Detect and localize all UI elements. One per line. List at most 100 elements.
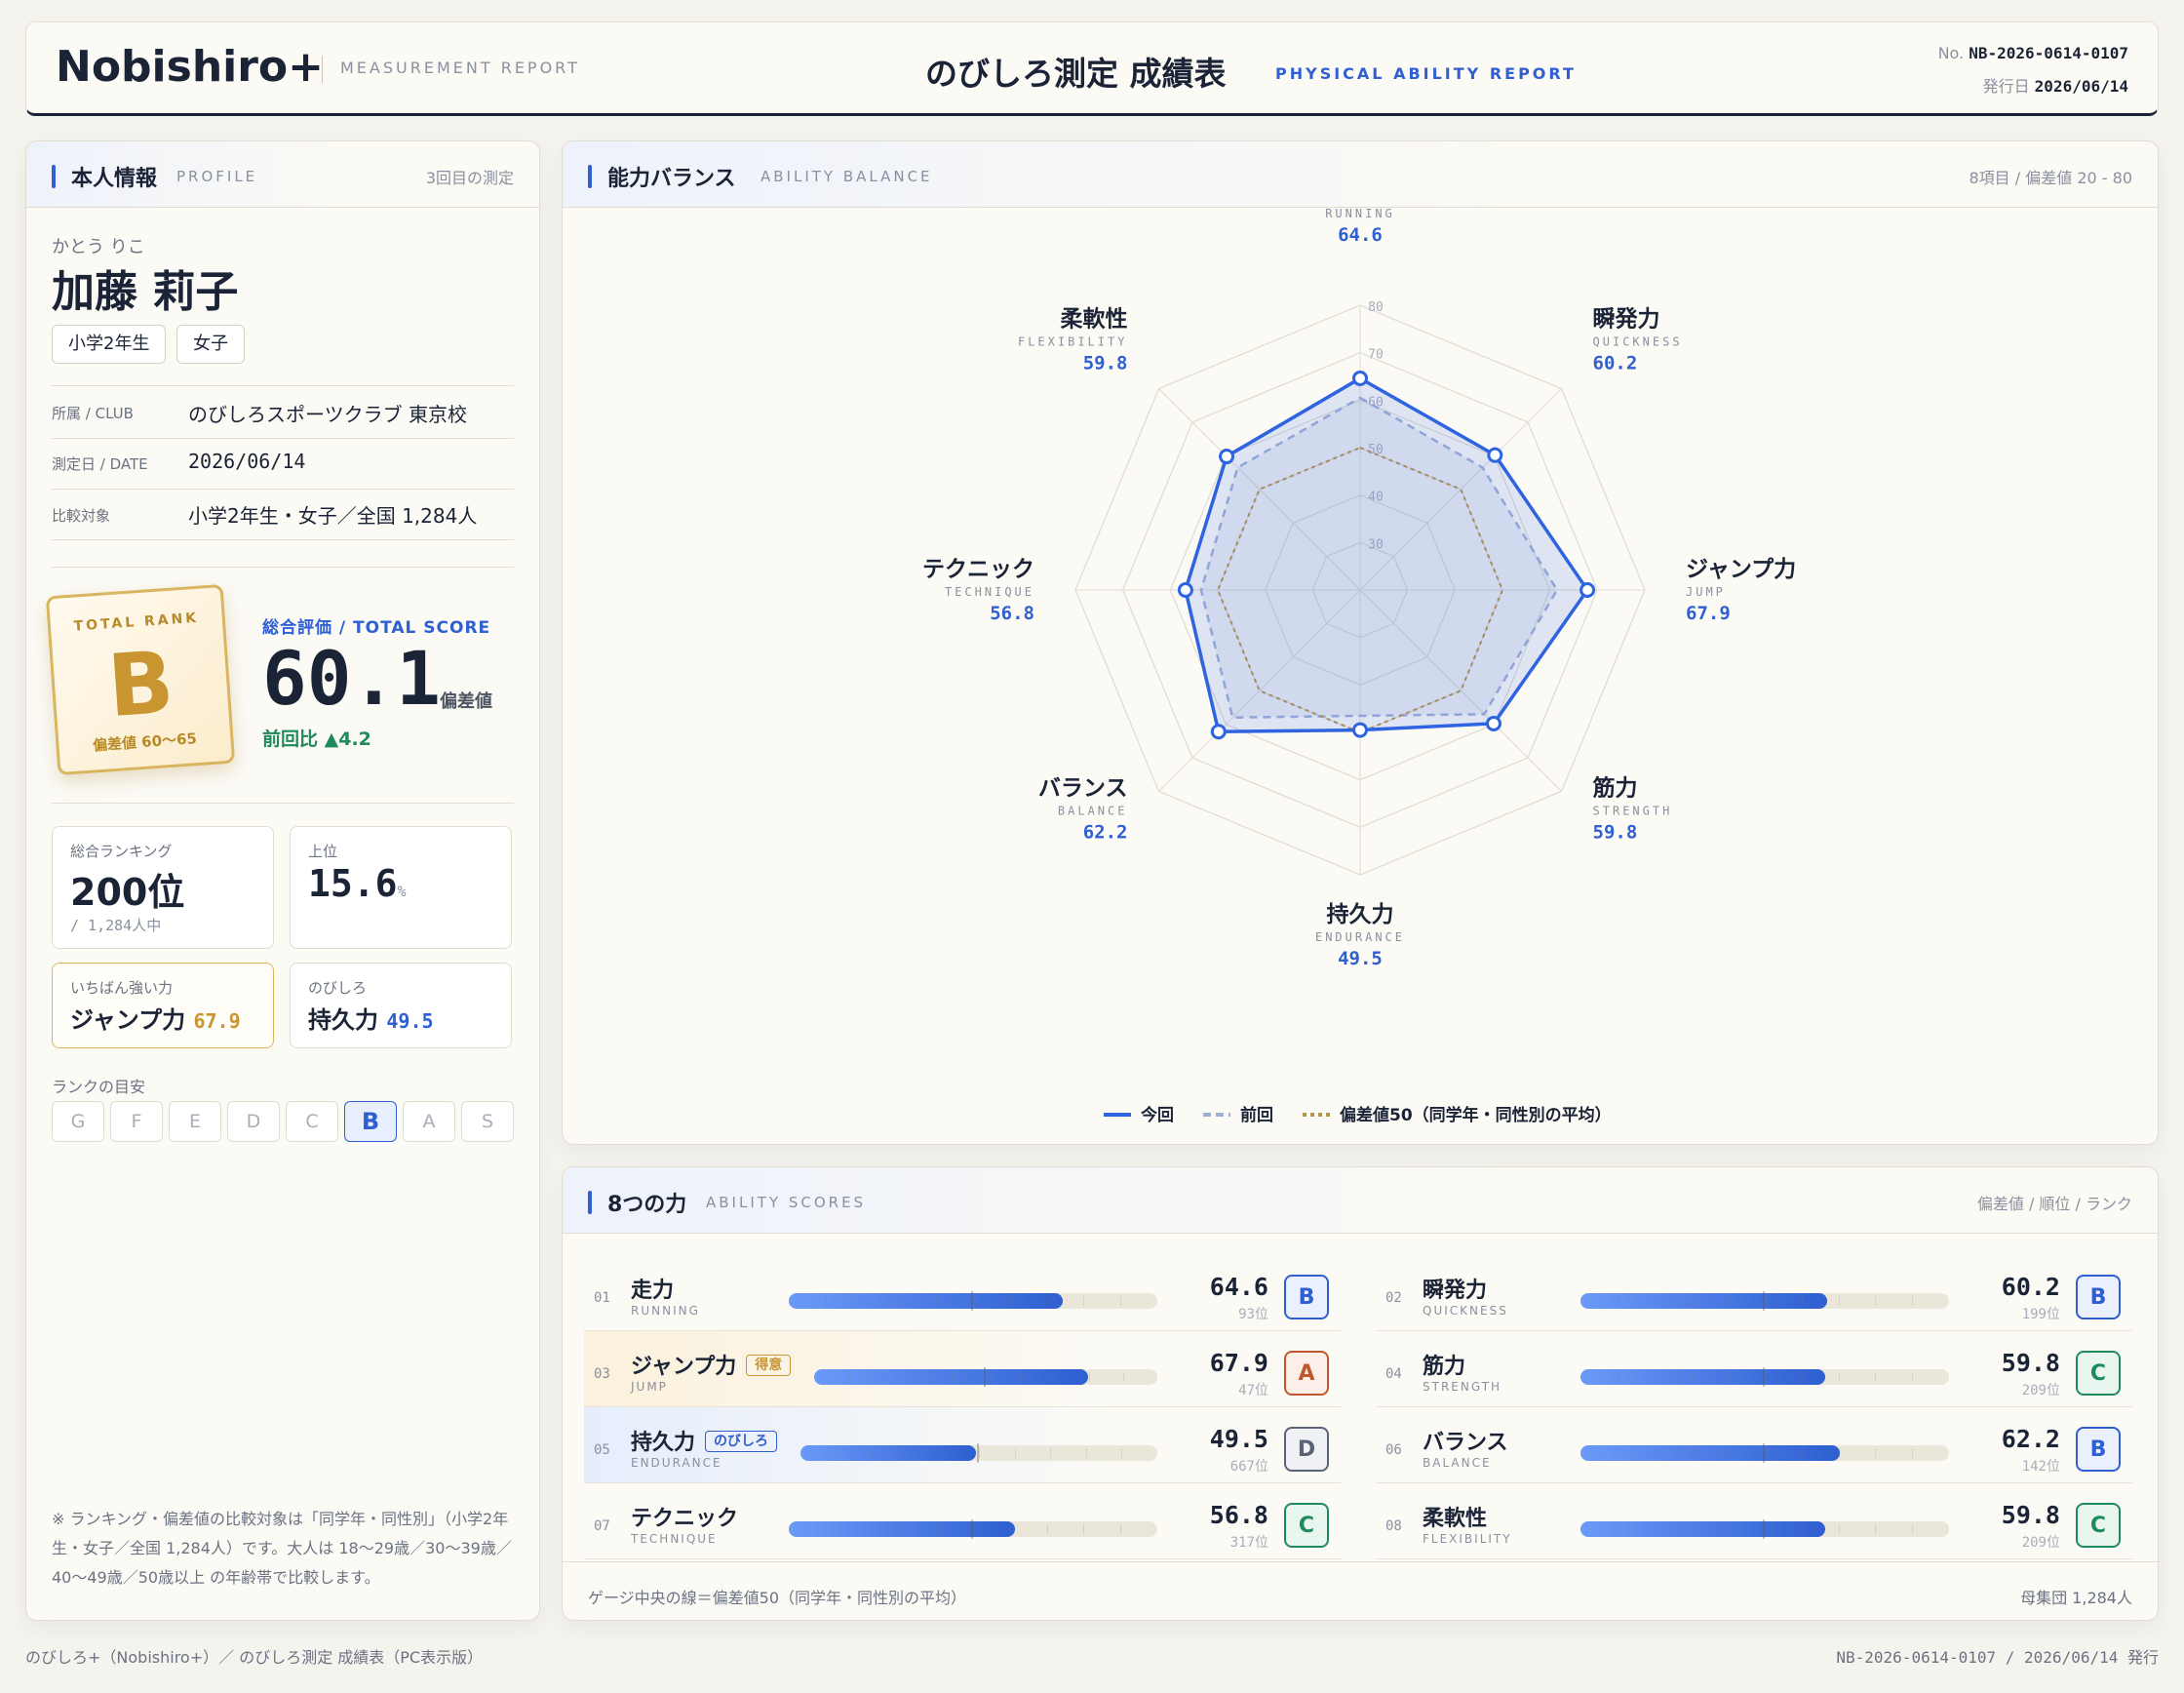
rank-card-grade: B [104,631,177,737]
score-diff: 前回比 ▲4.2 [262,728,371,750]
ranking-value: 200位 [70,871,185,914]
panel-title: 能力バランス [607,167,736,191]
score-value: 59.8 [2001,1349,2060,1377]
total-score-unit: 偏差値 [440,691,492,712]
score-value: 64.6 [1209,1273,1268,1301]
profile-panel: 本人情報 PROFILE 3回目の測定 かとう りこ 加藤 莉子 小学2年生 女… [25,140,540,1621]
growth-box: のびしろ 持久力 49.5 [290,963,512,1048]
panel-title: 8つの力 [607,1193,687,1217]
top-value-wrap: 15.6% [308,862,407,905]
grade-badge: D [1284,1427,1329,1472]
axis-label: 瞬発力 [1593,306,1660,332]
data-point [1210,724,1227,740]
balance-range: 8項目 / 偏差値 20 - 80 [1969,169,2133,187]
issue-date: 発行日 2026/06/14 [1982,77,2128,96]
score-gauge [1580,1367,1949,1387]
ability-balance-panel: 能力バランス ABILITY BALANCE 8項目 / 偏差値 20 - 80… [562,140,2159,1145]
score-index: 08 [1385,1518,1402,1534]
rank-guide-a: A [403,1101,455,1142]
axis-label-en: FLEXIBILITY [1018,335,1127,348]
axis-label-en: RUNNING [1325,208,1395,220]
score-value: 67.9 [1209,1349,1268,1377]
growth-value-wrap: 持久力 49.5 [308,1001,434,1035]
data-point [1177,582,1193,598]
ranking-box: 総合ランキング 200位 / 1,284人中 [52,826,274,949]
strongest-score: 67.9 [193,1009,241,1033]
gauge-center-line [971,1291,974,1311]
report-title: のびしろ測定 成績表 [925,55,1227,93]
divider [52,438,514,439]
score-index: 05 [594,1442,610,1458]
score-gauge [1580,1443,1949,1463]
tick-label: 70 [1368,348,1384,363]
gauge-center-line [1763,1291,1766,1311]
score-index: 07 [594,1518,610,1534]
rank-guide-e: E [169,1101,221,1142]
grade-badge: C [1284,1503,1329,1548]
panel-title-en: ABILITY BALANCE [760,168,933,185]
score-rank: 47位 [1238,1383,1268,1398]
growth-label: のびしろ [308,979,368,997]
accent-bar [588,165,592,188]
divider [52,385,514,386]
score-value: 56.8 [1209,1501,1268,1529]
divider [52,803,514,804]
axis-value: 59.8 [1593,822,1638,844]
ranking-label: 総合ランキング [70,843,173,860]
scores-panel-header: 8つの力 ABILITY SCORES 偏差値 / 順位 / ランク [563,1167,2158,1234]
score-value: 59.8 [2001,1501,2060,1529]
score-rank: 209位 [2021,1383,2060,1398]
score-name: テクニック [631,1507,739,1531]
strongest-label: いちばん強い力 [70,979,174,997]
grade-badge: B [2076,1275,2121,1319]
axis-label-en: ENDURANCE [1315,930,1405,944]
score-value: 62.2 [2001,1425,2060,1453]
strongest-box: いちばん強い力 ジャンプ力 67.9 [52,963,274,1048]
series-current [1184,376,1589,733]
scores-columns-hint: 偏差値 / 順位 / ランク [1976,1195,2132,1213]
axis-value: 49.5 [1338,948,1383,969]
data-point [1352,722,1368,738]
score-name-wrap: 持久力 のびしろ [631,1425,778,1456]
growth-name: 持久力 [308,1006,378,1034]
top-percent-box: 上位 15.6% [290,826,512,949]
axis-value: 62.2 [1083,822,1128,844]
score-row: 01 走力 RUNNING 64.6 93位 B [584,1255,1341,1331]
score-name: 柔軟性 [1423,1507,1488,1531]
grade-badge: B [2076,1427,2121,1472]
score-name: 筋力 [1423,1355,1466,1379]
axis-value: 64.6 [1338,224,1383,246]
page-footer-left: のびしろ+（Nobishiro+）／ のびしろ測定 成績表（PC表示版） [25,1648,484,1667]
legend-now: 今回 [1141,1105,1174,1125]
score-index: 01 [594,1290,610,1306]
score-value: 49.5 [1209,1425,1268,1453]
score-value: 60.2 [2001,1273,2060,1301]
panel-title: 本人情報 [71,167,158,191]
total-rank-card: TOTAL RANK B 偏差値 60〜65 [45,583,236,776]
chart-legend: 今回 前回 偏差値50（同学年・同性別の平均） [1104,1105,1612,1125]
data-point [1580,582,1596,598]
score-name: 走力 [631,1279,675,1303]
score-rank: 317位 [1229,1535,1268,1551]
score-name-en: RUNNING [631,1304,700,1318]
score-gauge-fill [789,1293,1064,1309]
axis-label-en: STRENGTH [1593,805,1673,818]
score-name: ジャンプ力 [631,1355,737,1379]
axis-label: 持久力 [1327,901,1394,927]
rank-guide-c: C [286,1101,338,1142]
axis-label: ジャンプ力 [1686,557,1796,582]
score-gauge [814,1367,1157,1387]
score-rank: 667位 [1229,1459,1268,1475]
score-name-en: BALANCE [1423,1456,1492,1470]
date-value: 2026/06/14 [188,450,306,473]
data-point [1352,370,1368,386]
grade-badge: B [1284,1275,1329,1319]
score-name-wrap: テクニック [631,1501,738,1532]
page-footer-right: NB-2026-0614-0107 / 2026/06/14 発行 [1836,1648,2159,1667]
rank-guide-b: B [344,1101,397,1142]
legend-prev: 前回 [1240,1105,1273,1125]
score-name-en: JUMP [631,1380,668,1394]
score-row: 08 柔軟性 FLEXIBILITY 59.8 209位 C [1376,1483,2132,1559]
name-kana: かとう りこ [52,237,145,257]
score-name-en: ENDURANCE [631,1456,722,1470]
